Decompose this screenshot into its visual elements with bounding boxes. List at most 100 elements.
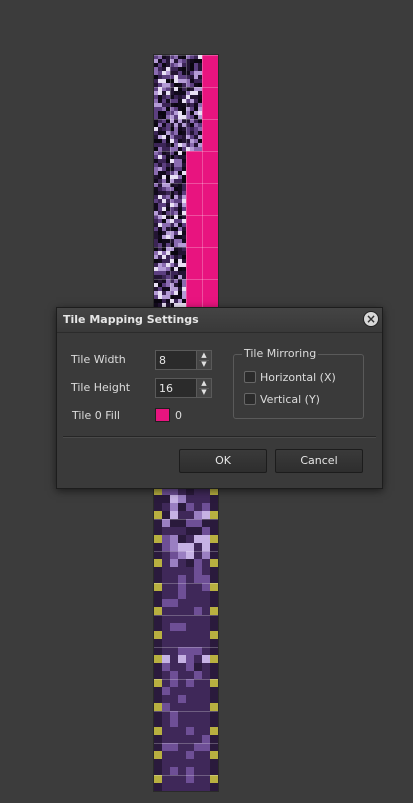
tile-pixel [186, 679, 194, 687]
tile-pixel [170, 679, 178, 687]
tile-pixel [154, 663, 162, 671]
tile-pixel [202, 607, 210, 615]
tile-pixel [194, 599, 202, 607]
tile0-fill-color-swatch[interactable] [155, 408, 170, 422]
tile-pixel [170, 583, 178, 591]
tile-mirroring-group [233, 354, 364, 419]
dialog-separator [63, 436, 376, 437]
tile-pixel [194, 743, 202, 751]
tile-pixel [194, 511, 202, 519]
tile-pixel [154, 551, 162, 559]
tile-grid-line [154, 743, 218, 744]
tile-pixel [194, 775, 202, 783]
tile-pixel [210, 695, 218, 703]
tile-pixel [178, 599, 186, 607]
tile-pixel [194, 591, 202, 599]
tile-pixel [202, 495, 210, 503]
tile-pixel [162, 495, 170, 503]
tile-pixel [178, 559, 186, 567]
tile-pixel [170, 783, 178, 791]
tile-pixel [170, 575, 178, 583]
cancel-button[interactable]: Cancel [275, 449, 363, 473]
tile-pixel [162, 711, 170, 719]
tile-pixel [186, 527, 194, 535]
vertical-mirror-label[interactable]: Vertical (Y) [260, 393, 320, 406]
tile-mapping-dialog: Tile Mapping Settings × Tile Width 8 ▲ ▼… [56, 307, 383, 489]
tile-width-stepper[interactable]: ▲ ▼ [196, 351, 211, 369]
tile-pixel [194, 647, 202, 655]
tile-pixel [202, 703, 210, 711]
tile-pixel [194, 663, 202, 671]
tile-pixel [178, 567, 186, 575]
tile-pixel [194, 783, 202, 791]
tile-pixel [194, 615, 202, 623]
tile-pixel [170, 647, 178, 655]
tile-pixel [154, 735, 162, 743]
tile-pixel [194, 607, 202, 615]
tile-pixel [154, 631, 162, 639]
tile-pixel [186, 583, 194, 591]
tile-pixel [210, 511, 218, 519]
tile-pixel [154, 719, 162, 727]
tile-pixel [202, 503, 210, 511]
tile-pixel [154, 775, 162, 783]
tile-pixel [202, 711, 210, 719]
tile-pixel [162, 663, 170, 671]
tile-pixel [194, 711, 202, 719]
tile-pixel [186, 575, 194, 583]
tile-pixel [186, 567, 194, 575]
tile0-fill-label: Tile 0 Fill [72, 409, 120, 422]
tile-pixel [154, 591, 162, 599]
tile-pixel [170, 663, 178, 671]
tile-height-value[interactable]: 16 [159, 382, 173, 395]
tile-pixel [162, 551, 170, 559]
tile-height-label: Tile Height [71, 381, 131, 394]
decrement-arrow-icon[interactable]: ▼ [199, 360, 209, 369]
tile-pixel [162, 775, 170, 783]
tile-pixel [162, 575, 170, 583]
tile-pixel [186, 623, 194, 631]
tile-pixel [178, 783, 186, 791]
tile-pixel [210, 751, 218, 759]
tile-pixel [186, 535, 194, 543]
tile-height-stepper[interactable]: ▲ ▼ [196, 379, 211, 397]
tile-width-spinbox[interactable]: 8 ▲ ▼ [155, 350, 212, 370]
horizontal-mirror-checkbox[interactable] [244, 371, 256, 383]
tile-pixel [210, 663, 218, 671]
vertical-mirror-checkbox[interactable] [244, 393, 256, 405]
tile-pixel [186, 703, 194, 711]
tile-grid-line [154, 615, 218, 616]
tile-pixel [154, 695, 162, 703]
tile-pixel [194, 695, 202, 703]
tile-strip-upper [154, 55, 218, 307]
tile-pixel [186, 711, 194, 719]
ok-button[interactable]: OK [179, 449, 267, 473]
tile-pixel [170, 607, 178, 615]
tile-pixel [178, 671, 186, 679]
tile-pixel [154, 679, 162, 687]
tile-pixel [170, 743, 178, 751]
tile-pixel [202, 575, 210, 583]
tile-pixel [162, 615, 170, 623]
tile-pixel [210, 583, 218, 591]
dialog-titlebar[interactable]: Tile Mapping Settings × [57, 308, 382, 333]
tile-pixel [210, 727, 218, 735]
tile-pixel [194, 735, 202, 743]
tile-pixel [170, 767, 178, 775]
decrement-arrow-icon[interactable]: ▼ [199, 388, 209, 397]
horizontal-mirror-label[interactable]: Horizontal (X) [260, 371, 336, 384]
tile-pixel [194, 527, 202, 535]
tile-height-spinbox[interactable]: 16 ▲ ▼ [155, 378, 212, 398]
tile-pixel [178, 527, 186, 535]
tile-pixel [154, 559, 162, 567]
tile-pixel [210, 503, 218, 511]
tile-pixel [162, 703, 170, 711]
tile-pixel [178, 615, 186, 623]
tile-pixel [154, 727, 162, 735]
tile-width-value[interactable]: 8 [159, 354, 166, 367]
tile0-fill-value: 0 [175, 409, 182, 422]
tile-pixel [154, 711, 162, 719]
close-icon[interactable]: × [363, 311, 379, 327]
tile-pixel [202, 743, 210, 751]
tile-pixel [178, 719, 186, 727]
